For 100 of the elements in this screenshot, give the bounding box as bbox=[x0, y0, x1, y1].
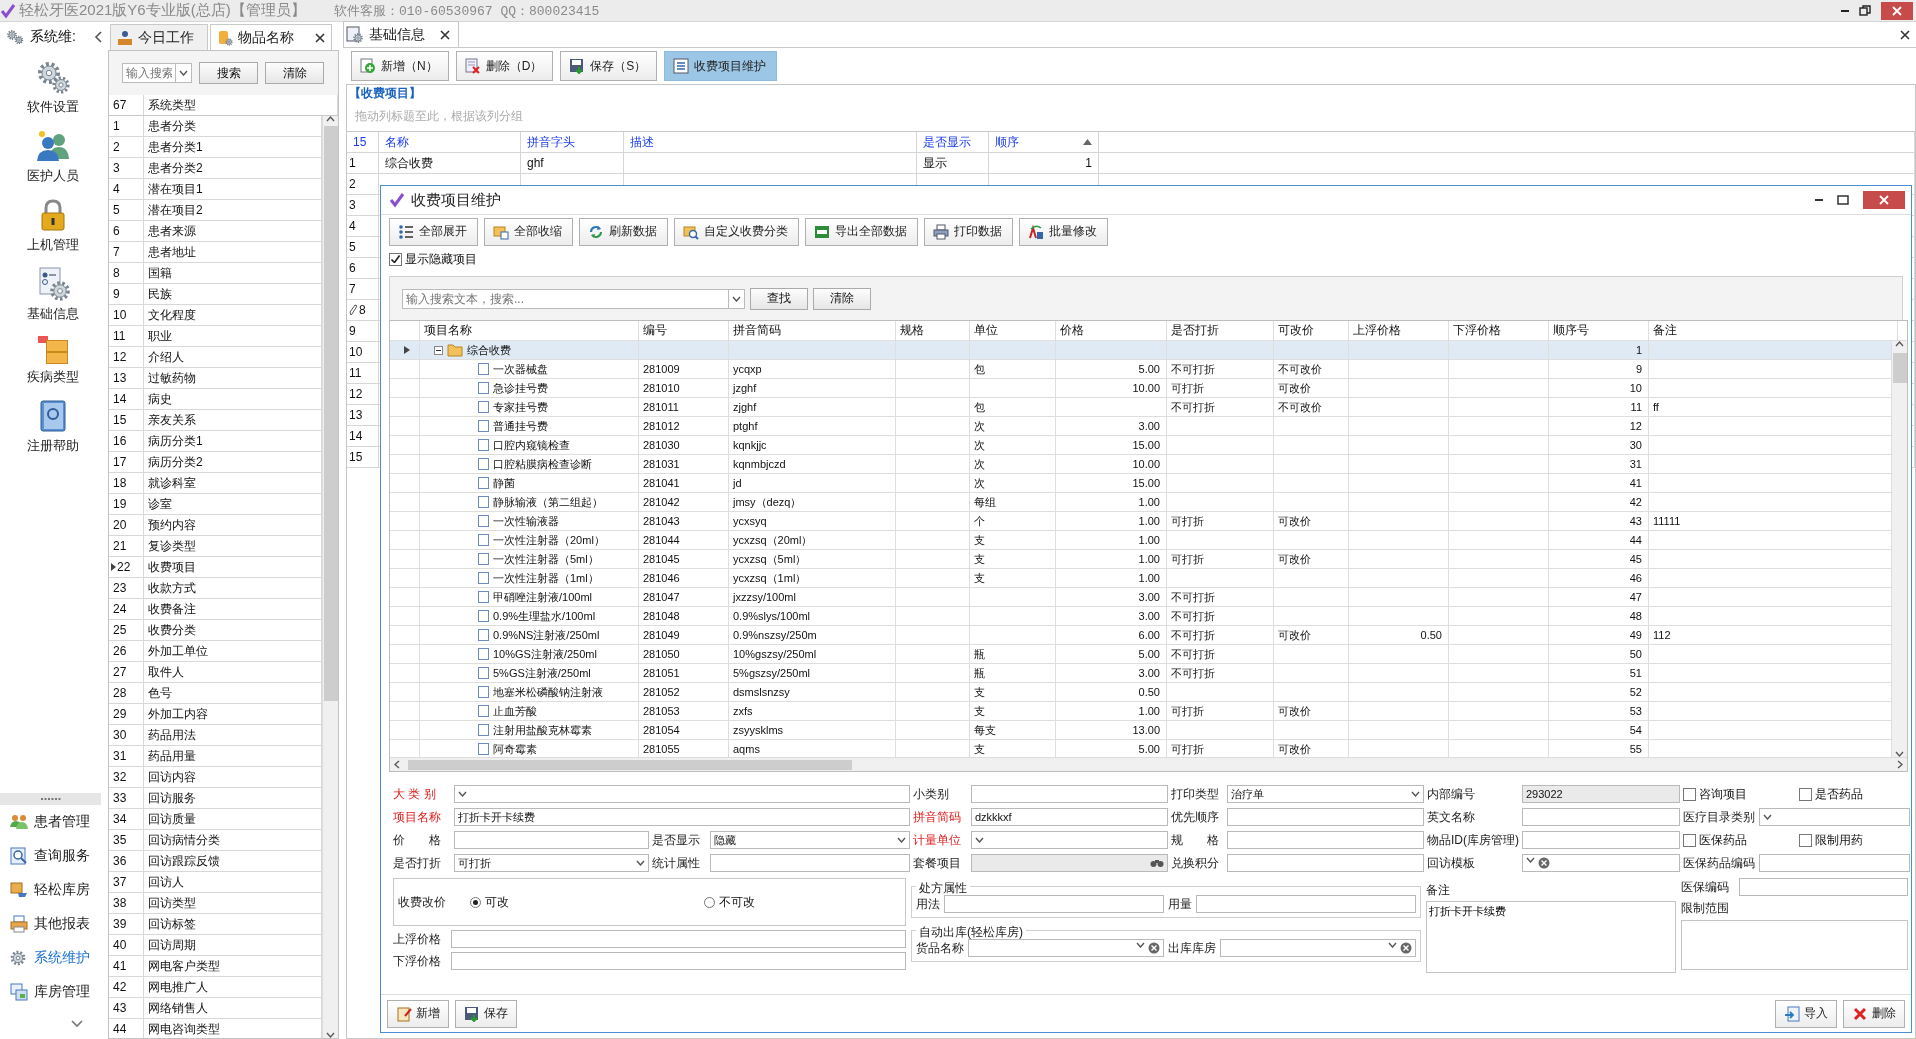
nav-item[interactable]: 基础信息 bbox=[26, 267, 79, 323]
list-row[interactable]: 8 国籍 bbox=[109, 263, 322, 284]
list-row[interactable]: 29 外加工内容 bbox=[109, 704, 322, 725]
list-row[interactable]: 43 网络销售人 bbox=[109, 998, 322, 1019]
text-field[interactable] bbox=[710, 854, 910, 872]
list-row[interactable]: 30 药品用法 bbox=[109, 725, 322, 746]
list-row[interactable]: 37 回访人 bbox=[109, 872, 322, 893]
list-row[interactable]: 20 预约内容 bbox=[109, 515, 322, 536]
text-field[interactable] bbox=[451, 930, 906, 948]
dropdown-button[interactable] bbox=[176, 63, 192, 83]
toolbar-button[interactable]: 全部展开 bbox=[389, 217, 478, 246]
list-row[interactable]: 27 取件人 bbox=[109, 662, 322, 683]
column-header[interactable]: 顺序 bbox=[989, 132, 1099, 152]
list-row[interactable]: 32 回访内容 bbox=[109, 767, 322, 788]
list-row[interactable]: 39 回访标签 bbox=[109, 914, 322, 935]
dropdown[interactable] bbox=[1522, 854, 1680, 872]
radio-button[interactable]: 不可改 bbox=[704, 893, 824, 911]
dropdown[interactable]: 隐藏 bbox=[710, 831, 910, 849]
dropdown-button[interactable] bbox=[729, 288, 745, 309]
text-field[interactable] bbox=[454, 831, 649, 849]
scrollbar[interactable] bbox=[322, 116, 338, 1038]
list-row[interactable]: 31 药品用量 bbox=[109, 746, 322, 767]
nav-item[interactable]: 其他报表 bbox=[0, 907, 105, 941]
list-row[interactable]: 5 潜在项目2 bbox=[109, 200, 322, 221]
column-header[interactable]: 价格 bbox=[1056, 321, 1167, 340]
lookup-field[interactable] bbox=[971, 854, 1168, 872]
nav-item[interactable]: 软件设置 bbox=[26, 60, 79, 116]
toolbar-button[interactable]: 全部收缩 bbox=[484, 217, 573, 246]
close-button[interactable] bbox=[1863, 191, 1905, 209]
column-header[interactable]: 是否显示 bbox=[917, 132, 989, 152]
column-header[interactable]: 系统类型 bbox=[144, 95, 338, 115]
dropdown[interactable] bbox=[968, 939, 1164, 957]
column-header[interactable]: 备注 bbox=[1649, 321, 1898, 340]
toolbar-button[interactable]: 新增（N） bbox=[351, 51, 449, 81]
scroll-thumb[interactable] bbox=[408, 759, 852, 770]
list-row[interactable]: 9 民族 bbox=[109, 284, 322, 305]
scroll-thumb[interactable] bbox=[323, 126, 338, 701]
column-header[interactable]: 上浮价格 bbox=[1349, 321, 1449, 340]
toolbar-button[interactable]: 保存（S） bbox=[560, 51, 658, 81]
scrollbar[interactable] bbox=[1891, 341, 1907, 757]
search-button[interactable]: 搜索 bbox=[199, 62, 258, 84]
footer-button[interactable]: 导入 bbox=[1775, 999, 1837, 1028]
list-row[interactable]: 40 回访周期 bbox=[109, 935, 322, 956]
text-field[interactable] bbox=[1739, 878, 1908, 896]
text-field[interactable]: 293022 bbox=[1522, 785, 1680, 803]
list-row[interactable]: 23 收款方式 bbox=[109, 578, 322, 599]
list-row[interactable]: 11 职业 bbox=[109, 326, 322, 347]
radio-button[interactable]: 可改 bbox=[470, 893, 690, 911]
footer-button[interactable]: 新增 bbox=[387, 999, 449, 1028]
column-header[interactable]: 描述 bbox=[624, 132, 917, 152]
nav-item[interactable]: 患者管理 bbox=[0, 805, 105, 839]
list-row[interactable]: 10 文化程度 bbox=[109, 305, 322, 326]
toolbar-button[interactable]: 刷新数据 bbox=[579, 217, 668, 246]
list-row[interactable]: 25 收费分类 bbox=[109, 620, 322, 641]
tab[interactable]: 物品名称 bbox=[210, 24, 332, 50]
footer-button[interactable]: 保存 bbox=[455, 999, 517, 1028]
column-header[interactable]: 下浮价格 bbox=[1449, 321, 1549, 340]
search-button[interactable]: 查找 bbox=[750, 287, 808, 310]
list-row[interactable]: 7 患者地址 bbox=[109, 242, 322, 263]
column-header[interactable]: 项目名称 bbox=[420, 321, 639, 340]
splitter-handle[interactable] bbox=[0, 793, 101, 805]
list-row[interactable]: 24 收费备注 bbox=[109, 599, 322, 620]
text-field[interactable] bbox=[1759, 854, 1910, 872]
checkbox[interactable]: 咨询项目 bbox=[1683, 785, 1795, 803]
column-header[interactable]: 单位 bbox=[970, 321, 1056, 340]
list-row[interactable]: 28 色号 bbox=[109, 683, 322, 704]
text-field[interactable] bbox=[451, 952, 906, 970]
nav-item[interactable]: 系统维护 bbox=[0, 941, 105, 975]
toolbar-button[interactable]: 打印数据 bbox=[924, 217, 1013, 246]
search-button[interactable]: 清除 bbox=[265, 62, 324, 84]
list-row[interactable]: 41 网电客户类型 bbox=[109, 956, 322, 977]
dropdown[interactable]: 可打折 bbox=[454, 854, 649, 872]
tab[interactable]: 基础信息 bbox=[343, 21, 459, 47]
nav-item[interactable]: 轻松库房 bbox=[0, 873, 105, 907]
list-row[interactable]: 13 过敏药物 bbox=[109, 368, 322, 389]
list-row[interactable]: 36 回访跟踪反馈 bbox=[109, 851, 322, 872]
text-area[interactable] bbox=[1681, 920, 1908, 970]
toolbar-button[interactable]: 自定义收费分类 bbox=[674, 217, 799, 246]
column-header[interactable]: 名称 bbox=[379, 132, 521, 152]
nav-item[interactable]: 库房管理 bbox=[0, 975, 105, 1009]
dropdown[interactable]: 治疗单 bbox=[1227, 785, 1424, 803]
column-header[interactable]: 编号 bbox=[639, 321, 729, 340]
toolbar-button[interactable]: 删除（D） bbox=[455, 51, 554, 81]
search-field[interactable]: 输入搜索文本，搜索... bbox=[402, 288, 729, 309]
column-header[interactable]: 拼音字头 bbox=[521, 132, 624, 152]
list-row[interactable]: 16 病历分类1 bbox=[109, 431, 322, 452]
toolbar-button[interactable]: 批量修改 bbox=[1019, 217, 1108, 246]
column-header[interactable]: 规格 bbox=[896, 321, 970, 340]
list-row[interactable]: 2 患者分类1 bbox=[109, 137, 322, 158]
footer-button[interactable]: 删除 bbox=[1843, 999, 1905, 1028]
column-header[interactable]: 是否打折 bbox=[1167, 321, 1274, 340]
list-row[interactable]: 4 潜在项目1 bbox=[109, 179, 322, 200]
list-row[interactable]: 22 收费项目 bbox=[109, 557, 322, 578]
list-row[interactable]: 15 亲友关系 bbox=[109, 410, 322, 431]
list-row[interactable]: 18 就诊科室 bbox=[109, 473, 322, 494]
nav-item[interactable]: 上机管理 bbox=[26, 198, 79, 254]
scroll-thumb[interactable] bbox=[1892, 353, 1907, 383]
scrollbar[interactable] bbox=[390, 757, 1907, 771]
column-header[interactable]: 顺序号 bbox=[1549, 321, 1649, 340]
text-field[interactable] bbox=[1227, 831, 1424, 849]
